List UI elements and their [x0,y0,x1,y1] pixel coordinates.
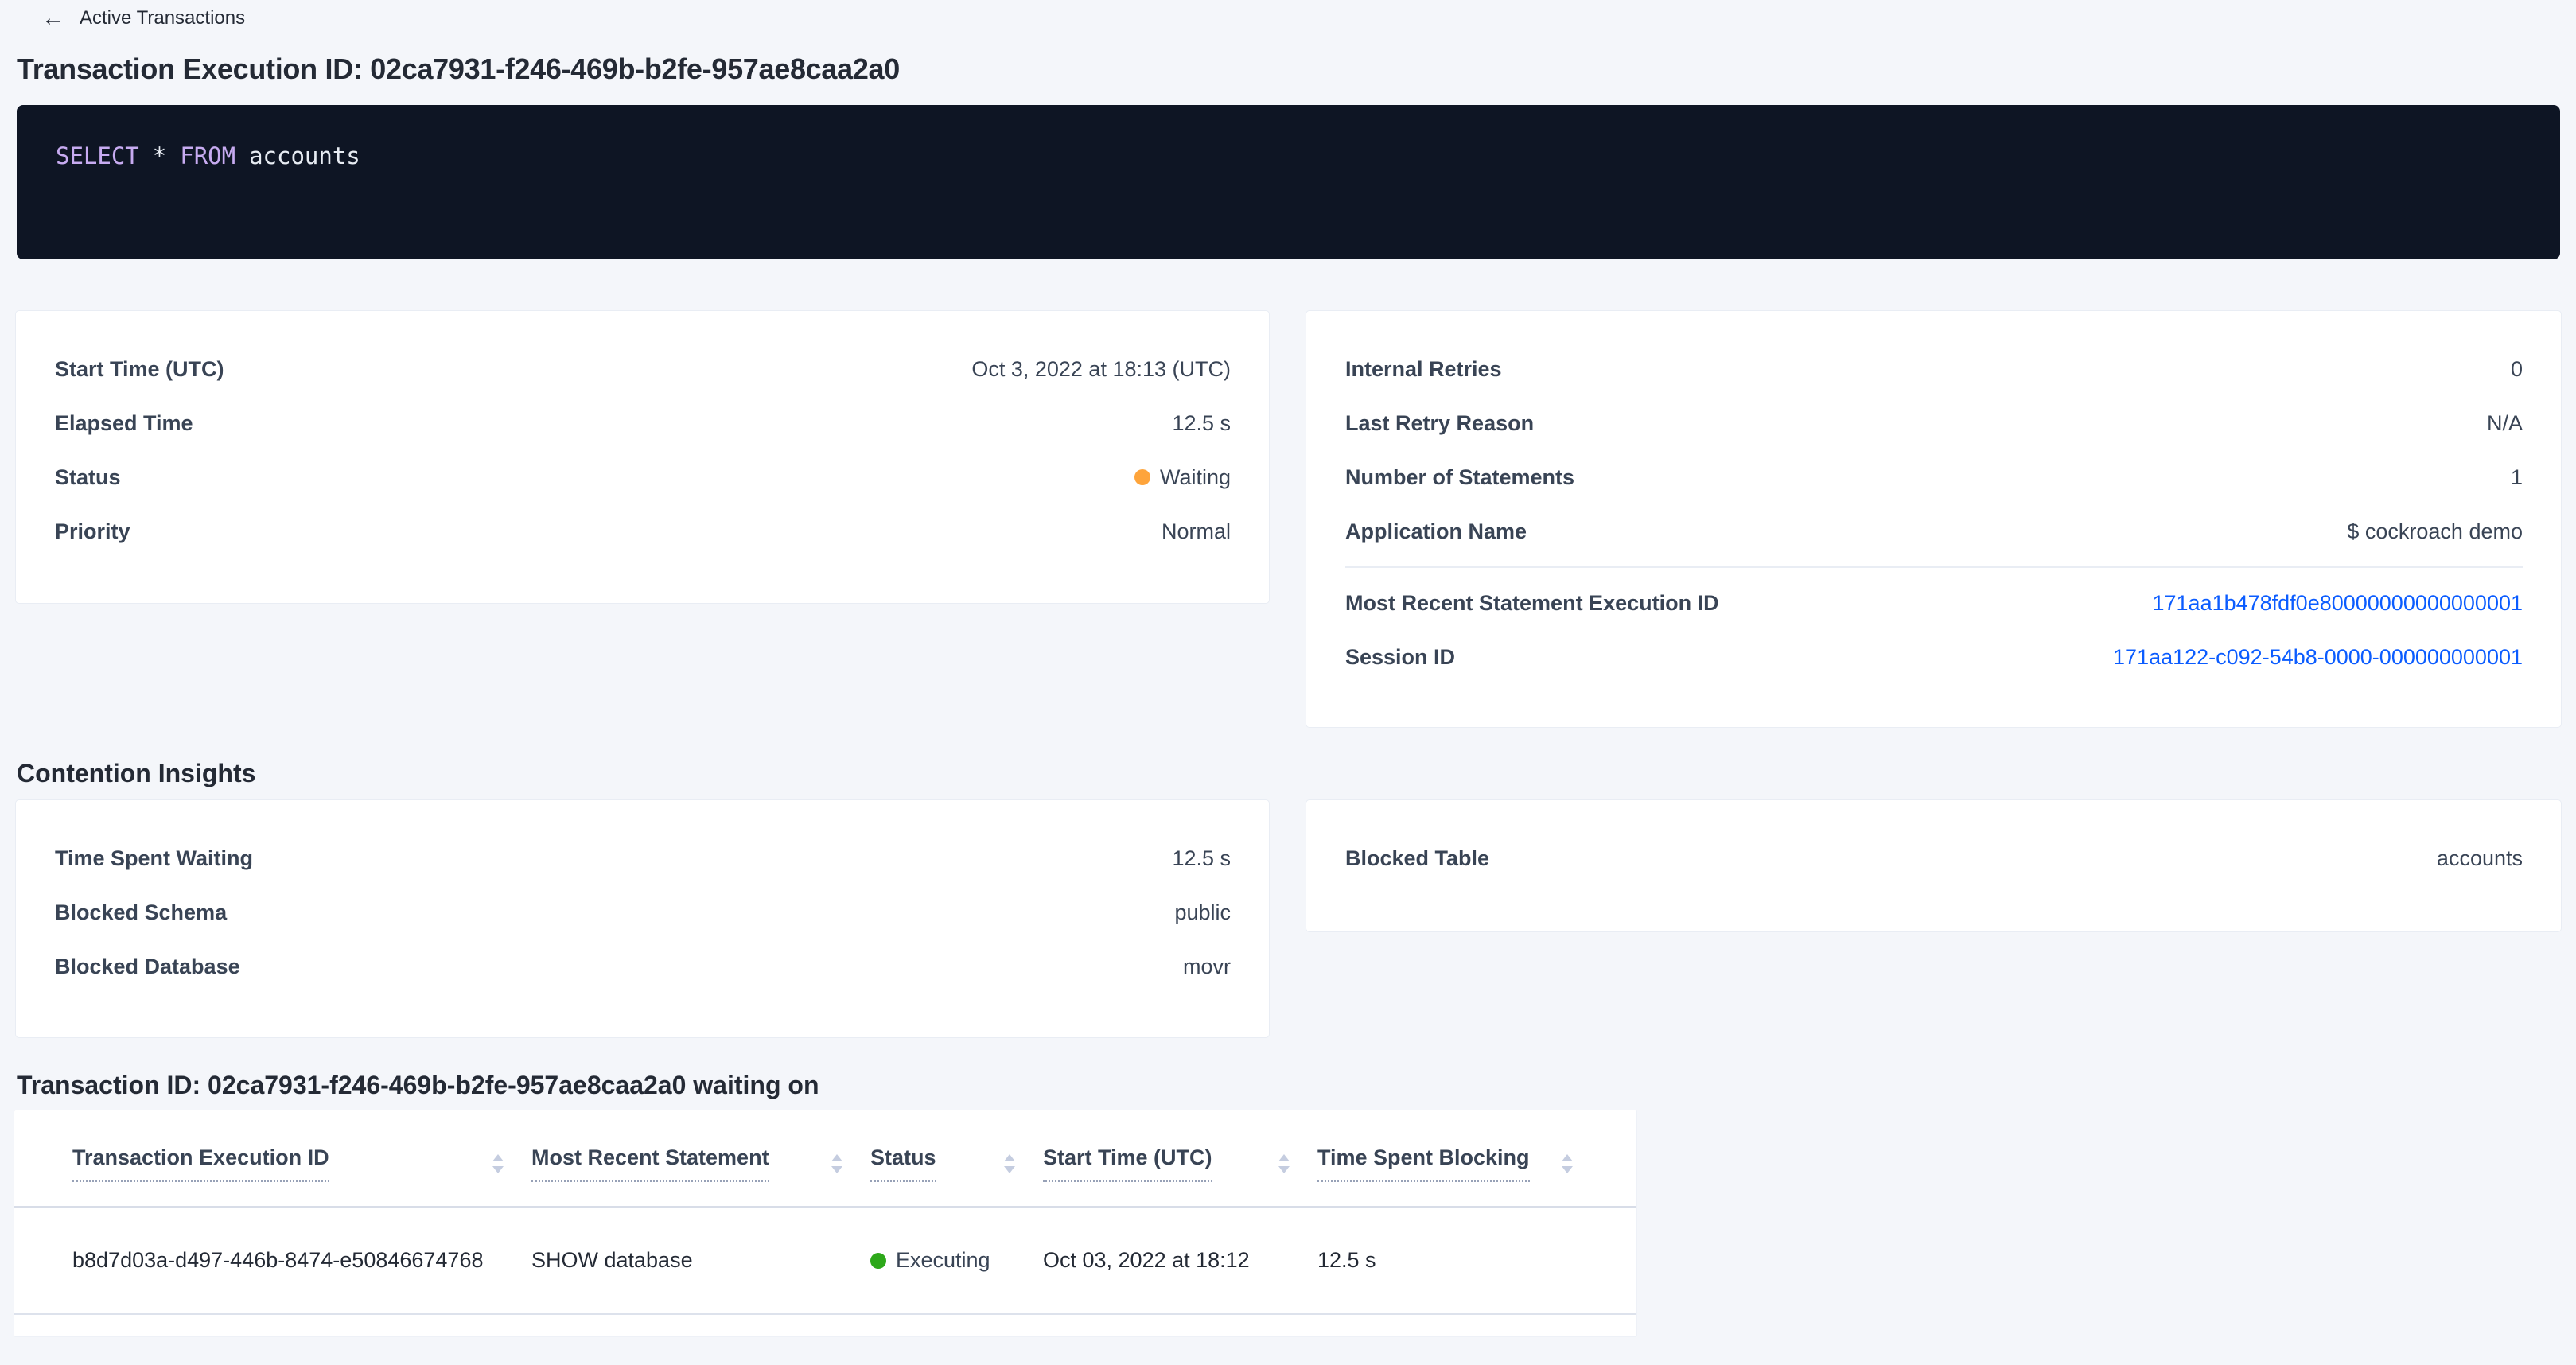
row-label: Session ID [1345,645,1455,670]
statement-details-card: Internal Retries 0 Last Retry Reason N/A… [1306,310,2562,728]
cell-transaction-execution-id: b8d7d03a-d497-446b-8474-e50846674768 [72,1248,531,1273]
row-status: Status Waiting [55,450,1231,504]
row-label: Number of Statements [1345,465,1574,490]
row-value: 1 [2511,465,2523,490]
sort-up-icon [831,1154,842,1161]
sort-up-icon [1562,1154,1573,1161]
row-most-recent-statement-execution-id: Most Recent Statement Execution ID 171aa… [1345,576,2523,630]
sort-icon[interactable] [831,1154,842,1173]
row-time-spent-waiting: Time Spent Waiting 12.5 s [55,831,1231,885]
status-label: Waiting [1160,465,1231,490]
session-id-link[interactable]: 171aa122-c092-54b8-0000-000000000001 [2113,645,2523,670]
column-header-start-time[interactable]: Start Time (UTC) [1043,1145,1317,1182]
row-label: Elapsed Time [55,411,193,436]
overview-cards-row: Start Time (UTC) Oct 3, 2022 at 18:13 (U… [15,310,2562,728]
row-value: public [1174,900,1231,925]
row-value: N/A [2487,411,2523,436]
cell-start-time: Oct 03, 2022 at 18:12 [1043,1248,1317,1273]
row-label: Application Name [1345,519,1527,544]
row-blocked-database: Blocked Database movr [55,939,1231,994]
sort-up-icon [1278,1154,1290,1161]
back-arrow-icon[interactable]: ← [41,6,65,30]
row-label: Blocked Database [55,955,240,979]
column-header-label[interactable]: Start Time (UTC) [1043,1145,1212,1182]
cell-status: Executing [870,1248,1043,1273]
table-row: b8d7d03a-d497-446b-8474-e50846674768 SHO… [14,1208,1636,1315]
card-divider [1345,566,2523,568]
sort-down-icon [831,1166,842,1173]
cell-most-recent-statement: SHOW database [531,1248,870,1273]
row-blocked-schema: Blocked Schema public [55,885,1231,939]
row-value: accounts [2437,846,2523,871]
row-value: Oct 3, 2022 at 18:13 (UTC) [971,357,1231,382]
blocked-table-card: Blocked Table accounts [1306,799,2562,932]
overview-card: Start Time (UTC) Oct 3, 2022 at 18:13 (U… [15,310,1270,604]
contention-cards-row: Time Spent Waiting 12.5 s Blocked Schema… [15,799,2562,1038]
cell-time-spent-blocking: 12.5 s [1317,1248,1601,1273]
status-waiting-dot-icon [1134,469,1150,485]
sort-icon[interactable] [1278,1154,1290,1173]
column-header-label[interactable]: Time Spent Blocking [1317,1145,1530,1182]
row-label: Blocked Schema [55,900,227,925]
row-value: 0 [2511,357,2523,382]
status-badge: Waiting [1134,465,1231,490]
contention-insights-heading: Contention Insights [17,759,2562,788]
waiting-on-heading: Transaction ID: 02ca7931-f246-469b-b2fe-… [17,1071,2562,1100]
row-session-id: Session ID 171aa122-c092-54b8-0000-00000… [1345,630,2523,684]
row-value: 12.5 s [1172,846,1231,871]
status-label: Executing [896,1248,990,1273]
row-label: Most Recent Statement Execution ID [1345,591,1719,616]
row-label: Priority [55,519,130,544]
sql-statement-box: SELECT * FROM accounts [17,105,2560,259]
row-elapsed-time: Elapsed Time 12.5 s [55,396,1231,450]
row-last-retry-reason: Last Retry Reason N/A [1345,396,2523,450]
breadcrumb-label[interactable]: Active Transactions [80,7,245,29]
row-start-time-utc: Start Time (UTC) Oct 3, 2022 at 18:13 (U… [55,342,1231,396]
sort-icon[interactable] [492,1154,504,1173]
row-number-of-statements: Number of Statements 1 [1345,450,2523,504]
status-executing-dot-icon [870,1253,886,1269]
row-value: 12.5 s [1172,411,1231,436]
column-header-time-spent-blocking[interactable]: Time Spent Blocking [1317,1145,1601,1182]
sort-icon[interactable] [1562,1154,1573,1173]
transaction-details-page: ← Active Transactions Transaction Execut… [0,0,2576,1365]
sort-down-icon [1278,1166,1290,1173]
column-header-most-recent-statement[interactable]: Most Recent Statement [531,1145,870,1182]
table-header-row: Transaction Execution ID Most Recent Sta… [14,1110,1636,1208]
row-value: Normal [1162,519,1231,544]
column-header-label[interactable]: Transaction Execution ID [72,1145,329,1182]
row-label: Last Retry Reason [1345,411,1534,436]
row-internal-retries: Internal Retries 0 [1345,342,2523,396]
row-value: $ cockroach demo [2347,519,2523,544]
row-blocked-table: Blocked Table accounts [1345,831,2523,885]
sql-table-name: accounts [249,142,360,169]
sql-keyword-select: SELECT [56,142,139,169]
row-label: Time Spent Waiting [55,846,253,871]
column-header-label[interactable]: Status [870,1145,936,1182]
row-label: Internal Retries [1345,357,1502,382]
column-header-transaction-execution-id[interactable]: Transaction Execution ID [72,1145,531,1182]
sort-up-icon [492,1154,504,1161]
sort-down-icon [492,1166,504,1173]
sql-star: * [153,142,166,169]
row-label: Start Time (UTC) [55,357,224,382]
sort-down-icon [1562,1166,1573,1173]
page-title: Transaction Execution ID: 02ca7931-f246-… [17,52,2562,86]
contention-details-card: Time Spent Waiting 12.5 s Blocked Schema… [15,799,1270,1038]
sort-down-icon [1004,1166,1015,1173]
row-application-name: Application Name $ cockroach demo [1345,504,2523,558]
row-priority: Priority Normal [55,504,1231,558]
sort-icon[interactable] [1004,1154,1015,1173]
sql-keyword-from: FROM [180,142,235,169]
waiting-transactions-table: Transaction Execution ID Most Recent Sta… [14,1110,1637,1337]
row-value: movr [1183,955,1231,979]
row-label: Status [55,465,121,490]
column-header-status[interactable]: Status [870,1145,1043,1182]
row-label: Blocked Table [1345,846,1489,871]
statement-execution-id-link[interactable]: 171aa1b478fdf0e80000000000000001 [2153,591,2523,616]
column-header-label[interactable]: Most Recent Statement [531,1145,769,1182]
breadcrumb[interactable]: ← Active Transactions [0,0,245,30]
sort-up-icon [1004,1154,1015,1161]
